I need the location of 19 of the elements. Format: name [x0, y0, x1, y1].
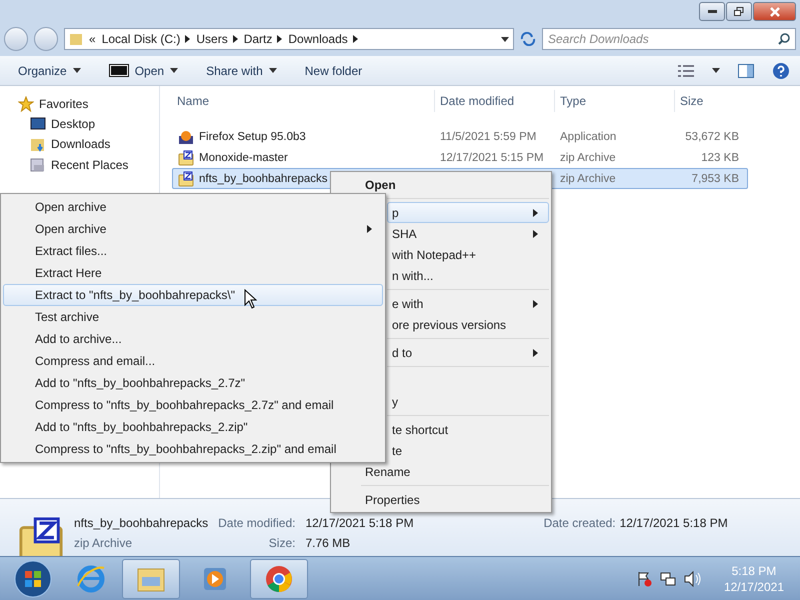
file-type: zip Archive	[560, 172, 616, 184]
file-size: 123 KB	[701, 152, 739, 164]
details-label: Date modified:	[218, 516, 296, 530]
details-value: 12/17/2021 5:18 PM	[620, 516, 728, 530]
file-name: Monoxide-master	[199, 152, 288, 164]
details-value: 7.76 MB	[305, 536, 352, 550]
file-name: Firefox Setup 95.0b3	[199, 130, 306, 142]
details-label: Date created:	[544, 516, 616, 530]
date-modified: 12/17/2021 5:15 PM	[440, 152, 544, 164]
file-size: 53,672 KB	[685, 130, 739, 142]
file-type: Application	[560, 130, 616, 142]
details-label: Size:	[268, 536, 296, 550]
file-size: 7,953 KB	[692, 172, 739, 184]
details-type: zip Archive	[74, 536, 134, 550]
details-value: 12/17/2021 5:18 PM	[305, 516, 414, 530]
details-name: nfts_by_boohbahrepacks	[74, 516, 208, 530]
file-type: zip Archive	[560, 152, 616, 164]
file-name: nfts_by_boohbahrepacks	[199, 172, 328, 184]
date-modified: 11/5/2021 5:59 PM	[440, 130, 536, 142]
